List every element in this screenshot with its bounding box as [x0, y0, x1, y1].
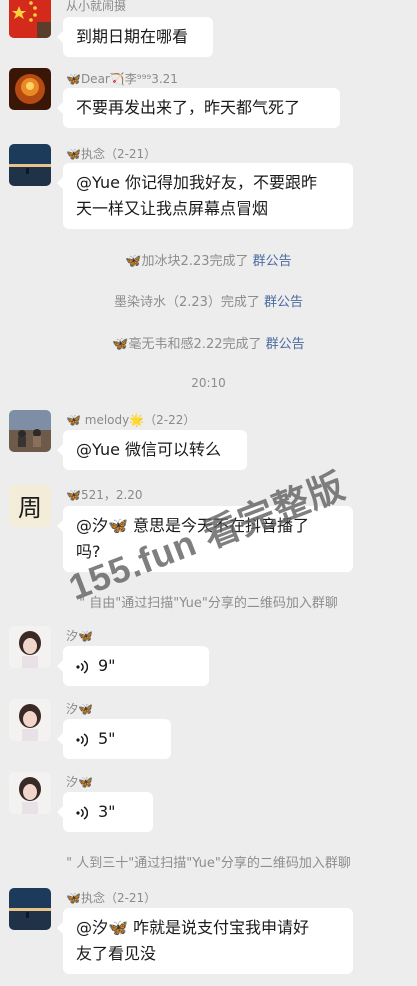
- sunset-avatar-image: [9, 144, 51, 186]
- avatar[interactable]: [9, 626, 51, 668]
- voice-wave-icon: [76, 805, 88, 820]
- avatar[interactable]: [9, 0, 51, 38]
- group-notice-link[interactable]: 群公告: [253, 254, 292, 269]
- sender-name: 从小就闹摄: [66, 0, 127, 13]
- sender-name: 🦋521，2.20: [66, 488, 143, 502]
- avatar[interactable]: [9, 888, 51, 930]
- avatar[interactable]: [9, 699, 51, 741]
- girl-avatar-image: [9, 699, 51, 741]
- avatar[interactable]: [9, 772, 51, 814]
- voice-wave-icon: [76, 732, 88, 747]
- fire-avatar-image: [9, 68, 51, 110]
- sunset-avatar-image: [9, 888, 51, 930]
- sender-name: 汐🦋: [66, 702, 93, 716]
- message-line: @汐🦋 咋就是说支付宝我申请好: [76, 918, 310, 937]
- voice-duration: 5": [98, 729, 116, 748]
- avatar[interactable]: [9, 410, 51, 452]
- voice-wave-icon: [76, 659, 88, 674]
- system-notice: 墨染诗水（2.23）完成了 群公告: [0, 291, 417, 310]
- sender-name: 🦋 melody🌟（2-22）: [66, 413, 196, 427]
- sender-name: 汐🦋: [66, 775, 93, 789]
- sender-name: 🦋执念（2-21）: [66, 147, 157, 161]
- group-notice-link[interactable]: 群公告: [266, 337, 305, 352]
- notice-text: 墨染诗水（2.23）完成了: [113, 295, 265, 310]
- notice-text: 🦋加冰块2.23完成了: [125, 254, 253, 269]
- sender-name: 汐🦋: [66, 629, 93, 643]
- svg-text:周: 周: [18, 494, 42, 522]
- sender-name: 🦋执念（2-21）: [66, 891, 157, 905]
- calligraphy-avatar-image: 周: [9, 485, 51, 527]
- people-avatar-image: [9, 410, 51, 452]
- voice-message-bubble[interactable]: 3": [57, 792, 153, 832]
- notice-text: 🦋毫无韦和感2.22完成了: [112, 337, 266, 352]
- girl-avatar-image: [9, 626, 51, 668]
- system-notice: " 人到三十"通过扫描"Yue"分享的二维码加入群聊: [66, 856, 351, 871]
- system-notice: 🦋加冰块2.23完成了 群公告: [0, 250, 417, 269]
- message-bubble[interactable]: @Yue 你记得加我好友，不要跟昨 天一样又让我点屏幕点冒烟: [57, 163, 353, 229]
- voice-duration: 3": [98, 802, 116, 821]
- girl-avatar-image: [9, 772, 51, 814]
- message-bubble[interactable]: @汐🦋 咋就是说支付宝我申请好 友了看见没: [57, 908, 353, 974]
- system-notice: 🦋毫无韦和感2.22完成了 群公告: [0, 333, 417, 352]
- group-notice-link[interactable]: 群公告: [264, 295, 303, 310]
- message-line: 友了看见没: [76, 944, 157, 963]
- voice-message-bubble[interactable]: 5": [57, 719, 171, 759]
- system-notice: " 自由"通过扫描"Yue"分享的二维码加入群聊: [79, 596, 338, 611]
- voice-duration: 9": [98, 656, 116, 675]
- message-bubble[interactable]: @Yue 微信可以转么: [57, 430, 247, 470]
- message-line: 天一样又让我点屏幕点冒烟: [76, 199, 269, 218]
- avatar[interactable]: [9, 144, 51, 186]
- avatar[interactable]: [9, 68, 51, 110]
- flag-avatar-image: [9, 0, 51, 38]
- timestamp: 20:10: [191, 376, 226, 390]
- message-bubble[interactable]: 不要再发出来了，昨天都气死了: [57, 88, 340, 128]
- sender-name: 🦋Dear🏹李⁹⁹⁹3.21: [66, 72, 178, 86]
- avatar[interactable]: 周: [9, 485, 51, 527]
- message-line: @Yue 你记得加我好友，不要跟昨: [76, 173, 318, 192]
- message-bubble[interactable]: 到期日期在哪看: [57, 17, 213, 57]
- voice-message-bubble[interactable]: 9": [57, 646, 209, 686]
